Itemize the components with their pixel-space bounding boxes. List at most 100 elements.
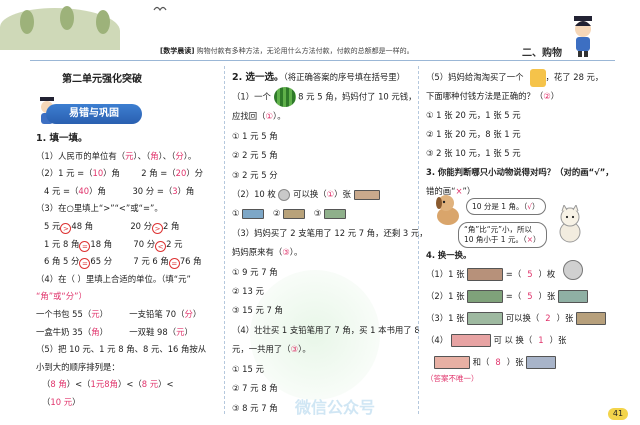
compare-circle: = bbox=[79, 240, 91, 252]
coin-icon bbox=[278, 188, 291, 201]
text: ）< bbox=[158, 379, 174, 390]
text: 65 分 bbox=[90, 256, 113, 267]
middle-column: 2. 选一选。（将正确答案的序号填在括号里） （1）一个 8 元 5 角，妈妈付… bbox=[232, 68, 428, 418]
answer: 元 bbox=[91, 308, 100, 319]
text: 2 角 bbox=[163, 220, 180, 231]
q1-line-6: 1 元 8 角 = 18 角 70 分 <2 元 bbox=[36, 236, 206, 254]
text: ） bbox=[72, 396, 81, 407]
text: ） bbox=[533, 235, 541, 244]
cat-speech-bubble: “角”比“元”小，所以 10 角小于 1 元。（×） bbox=[458, 222, 547, 248]
text: ）。 bbox=[273, 111, 286, 122]
q2-2-line: （2）10 枚 可以换（①）张 bbox=[232, 185, 428, 204]
option: ① 1 张 20 元，1 张 5 元 bbox=[426, 110, 521, 120]
answer: 角 bbox=[150, 150, 159, 161]
text: ）角 bbox=[177, 185, 195, 196]
column-divider bbox=[224, 66, 225, 414]
text: 可 以 换（ bbox=[493, 335, 533, 345]
banknote-icon bbox=[557, 290, 588, 303]
text: ） bbox=[532, 202, 540, 211]
text: 一盒牛奶 35（ bbox=[36, 326, 92, 337]
compare-circle: = bbox=[168, 258, 180, 270]
text: ）。 bbox=[298, 344, 311, 355]
dog-speech-bubble: 10 分是 1 角。（√） bbox=[466, 198, 546, 215]
text: （5）妈妈给淘淘买了一个 bbox=[426, 72, 524, 82]
q1-line-8: （4）在（ ）里填上合适的单位。（填“元” bbox=[36, 271, 206, 289]
q1-line-1: （1）人民币的单位有（元）、（角）、（分）。 bbox=[36, 148, 206, 166]
text: ）张 bbox=[334, 189, 351, 200]
cat-line-2: 10 角小于 1 元。（×） bbox=[464, 235, 541, 245]
answer: 分 bbox=[175, 150, 184, 161]
text: （3）1 张 bbox=[426, 313, 465, 323]
q2-4-line: （4）壮壮买 1 支铅笔用了 7 角，买 1 本书用了 8 bbox=[232, 324, 420, 335]
tagline-text: 购物付款有多种方法，无论用什么方法付款，付款的总额都是一样的。 bbox=[196, 47, 414, 55]
q4-3-line: （3）1 张 可以换（ 2 ）张 bbox=[426, 307, 607, 329]
banknote-icon bbox=[467, 312, 504, 325]
banknote-icon bbox=[467, 290, 504, 303]
option: ② 2 元 5 角 bbox=[232, 150, 278, 161]
column-divider bbox=[418, 66, 419, 414]
tree-icon bbox=[20, 10, 34, 34]
text: =（ bbox=[505, 291, 522, 301]
text: ）张 bbox=[556, 313, 574, 323]
header-divider bbox=[30, 60, 615, 61]
text: 和（ bbox=[472, 357, 490, 367]
text: 一支铅笔 70（ bbox=[107, 308, 185, 319]
text: （2）1 元 =（ bbox=[36, 168, 93, 179]
banknote-icon bbox=[434, 356, 470, 369]
answer: 1元8角 bbox=[90, 379, 118, 390]
text: 8 元 5 角，妈妈付了 10 元钱， bbox=[298, 91, 417, 102]
text: 5 元 bbox=[44, 220, 61, 231]
watermelon-icon bbox=[273, 87, 296, 108]
question-3-title: 3. 你能判断哪只小动物说得对吗？（对的画“√”， bbox=[426, 167, 614, 177]
compare-circle: > bbox=[152, 222, 164, 234]
question-2-title: 2. 选一选。 bbox=[232, 72, 284, 83]
answer: 20 bbox=[175, 168, 187, 179]
left-column: 1. 填一填。 （1）人民币的单位有（元）、（角）、（分）。 （2）1 元 =（… bbox=[36, 130, 206, 412]
dog-illustration bbox=[436, 195, 459, 225]
q2-3-line: （3）妈妈买了 2 支笔用了 12 元 7 角，还剩 3 元， bbox=[232, 227, 428, 238]
text: 48 角 bbox=[71, 220, 94, 231]
option: ③ 8 元 7 角 bbox=[232, 402, 278, 413]
answer: 角 bbox=[91, 326, 100, 337]
text: （2）1 张 bbox=[426, 291, 465, 301]
text: ）<（ bbox=[117, 379, 142, 390]
text: 7 元 6 角 bbox=[112, 256, 169, 267]
q2-1-line: （1）一个 8 元 5 角，妈妈付了 10 元钱， bbox=[232, 87, 428, 108]
q1-line-7: 6 角 5 分 = 65 分 7 元 6 角 = 76 角 bbox=[36, 253, 206, 271]
text: ） bbox=[192, 308, 202, 319]
compare-circle: > bbox=[60, 222, 72, 234]
q1-line-13: 小到大的顺序排列是： bbox=[36, 361, 120, 372]
text: ）枚 bbox=[538, 269, 556, 279]
text: 可以换（ bbox=[505, 313, 540, 323]
answer: 1 bbox=[538, 335, 544, 345]
q2-2-options: ① ② ③ bbox=[232, 204, 428, 223]
q2-3-answer-line: 妈妈原来有（③）。 bbox=[232, 243, 428, 262]
banknote-icon bbox=[467, 268, 504, 281]
text: ）、（ bbox=[133, 150, 151, 161]
answer: 5 bbox=[527, 291, 533, 301]
answer: 2 bbox=[545, 313, 551, 323]
answer-note: （答案不唯一） bbox=[426, 374, 479, 383]
text: 30 分 =（ bbox=[105, 185, 173, 196]
text: ）。 bbox=[183, 150, 197, 161]
text: 妈妈原来有（ bbox=[232, 247, 283, 258]
answer: ③ bbox=[282, 247, 290, 258]
option: ① 15 元 bbox=[232, 363, 264, 374]
text: =（ bbox=[505, 269, 522, 279]
text: ） bbox=[99, 308, 108, 319]
answer: 10 bbox=[92, 168, 104, 179]
banknote-icon bbox=[526, 356, 557, 369]
answer: ③ bbox=[290, 344, 299, 355]
text: ）<（ bbox=[66, 379, 91, 390]
option: ② 7 元 8 角 bbox=[232, 383, 278, 394]
banknote-icon bbox=[353, 189, 380, 200]
text: ）角 bbox=[103, 168, 120, 179]
bird-icon bbox=[153, 6, 167, 12]
q4-4-line: （4） 可 以 换（ 1 ）张 bbox=[426, 329, 606, 351]
q1-line-11: 一盒牛奶 35（角） 一双鞋 98（元） bbox=[36, 324, 206, 342]
text: ） bbox=[550, 91, 560, 101]
q4-4b-line: 和（ 8 ）张 bbox=[426, 351, 606, 373]
q1-line-14: （8 角）<（1元8角）<（8 元）< bbox=[36, 376, 206, 394]
text: 18 角 bbox=[90, 238, 113, 249]
tagline-label: [数学晨读] bbox=[160, 47, 195, 55]
